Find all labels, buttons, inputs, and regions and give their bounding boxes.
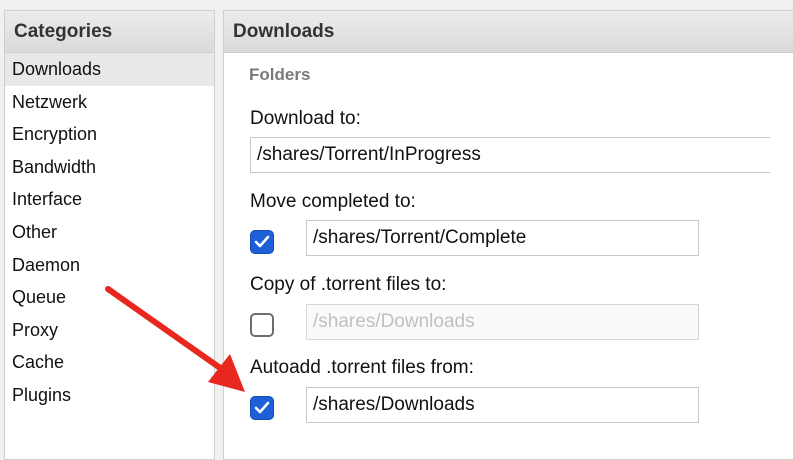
category-queue[interactable]: Queue xyxy=(5,281,214,314)
category-cache[interactable]: Cache xyxy=(5,346,214,379)
autoadd-label: Autoadd .torrent files from: xyxy=(250,357,474,378)
category-netzwerk[interactable]: Netzwerk xyxy=(5,86,214,119)
download-to-label: Download to: xyxy=(250,108,361,129)
move-completed-label: Move completed to: xyxy=(250,191,416,212)
checkmark-icon xyxy=(254,235,270,248)
downloads-title: Downloads xyxy=(224,11,793,53)
category-proxy[interactable]: Proxy xyxy=(5,314,214,347)
copy-torrent-label: Copy of .torrent files to: xyxy=(250,274,447,295)
copy-torrent-checkbox[interactable] xyxy=(250,313,274,337)
autoadd-input[interactable]: /shares/Downloads xyxy=(306,387,699,423)
category-interface[interactable]: Interface xyxy=(5,183,214,216)
categories-panel: Categories Downloads Netzwerk Encryption… xyxy=(4,10,215,460)
category-other[interactable]: Other xyxy=(5,216,214,249)
move-completed-input[interactable]: /shares/Torrent/Complete xyxy=(306,220,699,256)
category-plugins[interactable]: Plugins xyxy=(5,379,214,412)
download-to-input[interactable]: /shares/Torrent/InProgress xyxy=(250,137,770,173)
categories-title: Categories xyxy=(5,11,214,53)
autoadd-checkbox[interactable] xyxy=(250,396,274,420)
move-completed-checkbox[interactable] xyxy=(250,230,274,254)
checkmark-icon xyxy=(254,401,270,414)
categories-list: Downloads Netzwerk Encryption Bandwidth … xyxy=(5,53,214,412)
category-daemon[interactable]: Daemon xyxy=(5,249,214,282)
category-bandwidth[interactable]: Bandwidth xyxy=(5,151,214,184)
downloads-panel: Downloads Folders Download to: /shares/T… xyxy=(223,10,793,460)
folders-fieldset-title: Folders xyxy=(249,65,311,84)
copy-torrent-input[interactable]: /shares/Downloads xyxy=(306,304,699,340)
category-encryption[interactable]: Encryption xyxy=(5,118,214,151)
category-downloads[interactable]: Downloads xyxy=(5,53,214,86)
